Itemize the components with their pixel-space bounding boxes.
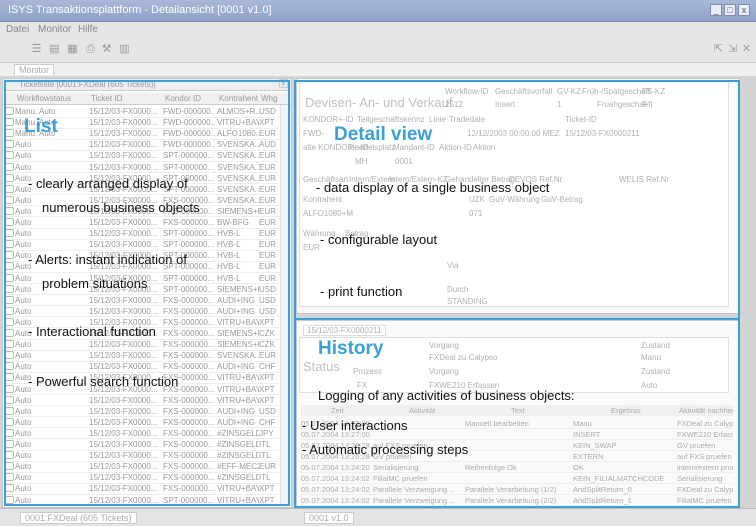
print-icon[interactable]: ⎙ bbox=[84, 43, 97, 56]
window-title: ISYS Transaktionsplattform - Detailansic… bbox=[8, 4, 272, 16]
maximize-button[interactable]: □ bbox=[724, 4, 736, 16]
window-controls: _ □ x bbox=[710, 4, 750, 16]
close-view-icon[interactable]: ✕ bbox=[740, 43, 753, 56]
list-annotation-frame bbox=[4, 80, 290, 506]
menu-bar: Datei Monitor Hilfe bbox=[0, 22, 756, 38]
detail-annotation-title: Detail view bbox=[334, 124, 433, 145]
tool-icon[interactable]: ⚒ bbox=[100, 43, 113, 56]
list-annotation-title: List bbox=[24, 116, 58, 137]
history-annotation-line: - User interactions bbox=[302, 418, 408, 433]
restore-icon[interactable]: ⇱ bbox=[712, 43, 725, 56]
list-annotation-line: - Powerful search function bbox=[28, 374, 179, 389]
minimize-button[interactable]: _ bbox=[710, 4, 722, 16]
detail-annotation-line: - configurable layout bbox=[320, 232, 438, 247]
list-annotation-line: - Alerts: instant indication of bbox=[28, 252, 187, 267]
expand-icon[interactable]: ⇲ bbox=[726, 43, 739, 56]
detail-annotation-line: - data display of a single business obje… bbox=[316, 180, 550, 195]
menu-datei[interactable]: Datei bbox=[6, 24, 29, 35]
list-icon[interactable]: ☰ bbox=[30, 43, 43, 56]
list-annotation-line: - Interactional function bbox=[28, 324, 156, 339]
list-status-tab[interactable]: 0001:FXDeal (605 Tickets) bbox=[20, 512, 137, 524]
list-annotation-line: - clearly arranged display of bbox=[28, 176, 188, 191]
history-annotation-line: Logging of any activities of business ob… bbox=[318, 388, 575, 403]
title-bar: ISYS Transaktionsplattform - Detailansic… bbox=[0, 0, 756, 22]
status-bar: 0001:FXDeal (605 Tickets) 0001 v1.0 bbox=[0, 508, 756, 526]
table-icon[interactable]: ▦ bbox=[66, 43, 79, 56]
close-button[interactable]: x bbox=[738, 4, 750, 16]
history-annotation-line: - Automatic processing steps bbox=[302, 442, 469, 457]
menu-monitor[interactable]: Monitor bbox=[38, 24, 71, 35]
monitor-tab[interactable]: Monitor bbox=[14, 64, 55, 75]
menu-hilfe[interactable]: Hilfe bbox=[78, 24, 98, 35]
detail-status-tab[interactable]: 0001 v1.0 bbox=[304, 512, 354, 524]
detail-annotation-line: - print function bbox=[320, 284, 403, 299]
chart-icon[interactable]: ▥ bbox=[118, 43, 131, 56]
list-annotation-line: numerous business objects bbox=[42, 200, 200, 215]
toolbar: ☰ ▤ ▦ ⎙ ⚒ ▥ ⇱ ⇲ ✕ bbox=[0, 38, 756, 62]
monitor-bar bbox=[0, 62, 756, 76]
grid-icon[interactable]: ▤ bbox=[48, 43, 61, 56]
history-annotation-title: History bbox=[318, 338, 384, 359]
list-annotation-line: problem situations bbox=[42, 276, 148, 291]
